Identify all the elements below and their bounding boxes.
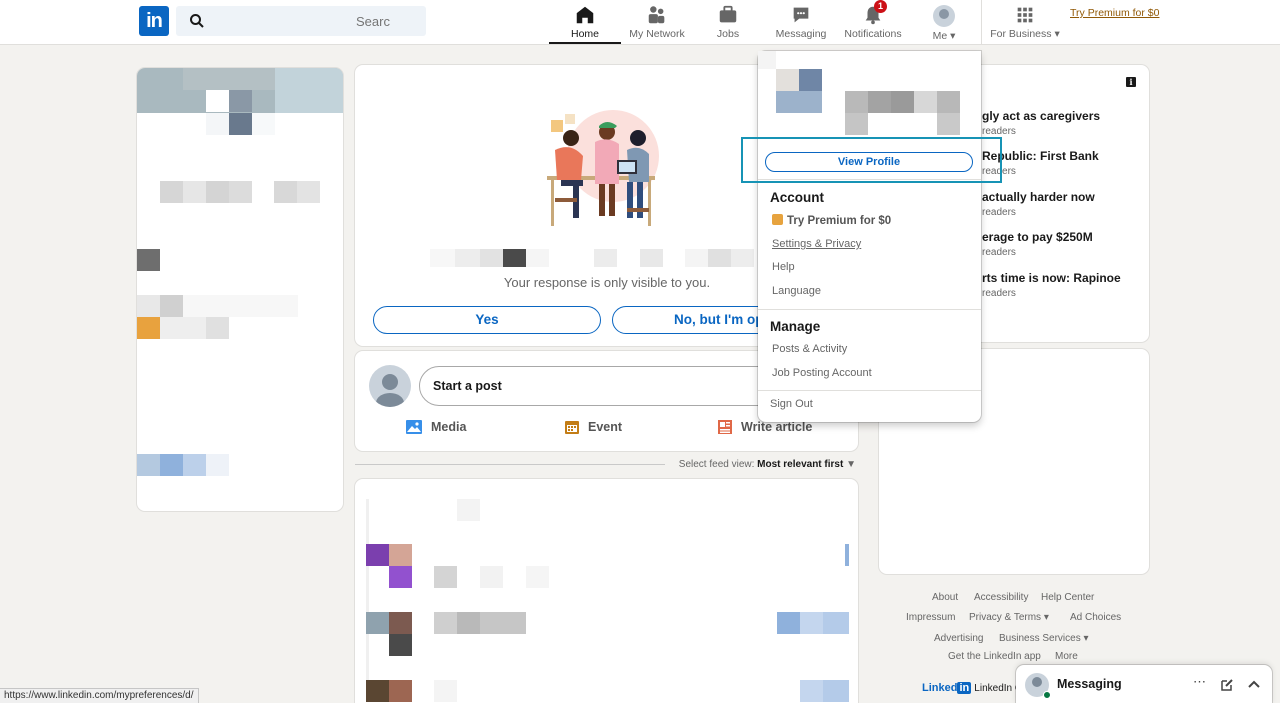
news-item-sub: readers	[982, 288, 1016, 299]
nav-my-network-label: My Network	[629, 28, 685, 40]
nav-jobs[interactable]: Jobs	[700, 4, 756, 42]
nav-my-network[interactable]: My Network	[625, 4, 689, 42]
more-options-icon[interactable]: ⋯	[1193, 674, 1206, 690]
feed-sort[interactable]: Select feed view: Most relevant first ▼	[355, 458, 858, 472]
nav-me-label: Me	[932, 30, 948, 42]
footer-link[interactable]: Help Center	[1041, 592, 1094, 603]
avatar	[369, 365, 411, 407]
news-item-sub: readers	[982, 126, 1016, 137]
footer-link[interactable]: Privacy & Terms ▾	[969, 612, 1049, 623]
footer-link[interactable]: More	[1055, 651, 1078, 662]
article-icon	[718, 420, 732, 434]
view-profile-highlight	[741, 137, 1002, 183]
try-premium-menu-item[interactable]: Try Premium for $0	[772, 214, 891, 227]
image-icon	[406, 420, 422, 434]
footer-link[interactable]: Advertising	[934, 633, 983, 644]
brand-tail: LinkedIn C	[974, 683, 1023, 694]
job-posting-account-menu-item[interactable]: Job Posting Account	[772, 367, 872, 379]
feed-post-card	[355, 479, 858, 703]
manage-heading: Manage	[770, 319, 821, 334]
chevron-up-icon[interactable]	[1247, 679, 1261, 689]
media-label: Media	[431, 420, 467, 434]
calendar-icon	[565, 421, 579, 434]
caret-down-icon: ▼	[846, 459, 856, 470]
brand-b: in	[957, 682, 972, 694]
nav-for-business[interactable]: For Business ▾	[988, 4, 1062, 42]
footer-link[interactable]: About	[932, 592, 958, 603]
nav-home[interactable]: Home	[549, 4, 621, 44]
divider	[758, 390, 981, 391]
online-status-icon	[1043, 691, 1051, 699]
media-button[interactable]: Media	[405, 419, 466, 435]
linkedin-footer-logo: Linked in LinkedIn C	[922, 682, 1022, 694]
nav-messaging-label: Messaging	[775, 28, 827, 40]
footer-link[interactable]: Business Services ▾	[999, 633, 1089, 644]
top-nav: in Home My Network Jobs Messaging 1 Noti…	[0, 0, 1280, 45]
chevron-down-icon: ▾	[947, 30, 956, 42]
event-button[interactable]: Event	[564, 419, 622, 435]
brand-a: Linked	[922, 682, 958, 694]
help-menu-item[interactable]: Help	[772, 261, 795, 273]
poll-no-button[interactable]: No, but I'm op	[612, 306, 772, 334]
nav-home-label: Home	[570, 28, 599, 40]
briefcase-icon	[719, 5, 737, 23]
nav-for-business-label: For Business	[990, 28, 1052, 40]
nav-me[interactable]: Me ▾	[920, 4, 968, 42]
news-item-sub: readers	[982, 247, 1016, 258]
footer-link[interactable]: Ad Choices	[1070, 612, 1121, 623]
poll-illustration	[547, 110, 659, 226]
network-icon	[648, 6, 665, 24]
avatar	[933, 5, 955, 27]
news-item-title[interactable]: rts time is now: Rapinoe	[982, 271, 1121, 285]
caret-down-icon: ▾	[1043, 612, 1049, 623]
info-icon[interactable]: i	[1126, 77, 1136, 87]
nav-divider	[981, 0, 982, 44]
search-input[interactable]	[176, 6, 426, 36]
divider	[758, 309, 981, 310]
news-item-title[interactable]: erage to pay $250M	[982, 230, 1093, 244]
poll-yes-button[interactable]: Yes	[373, 306, 601, 334]
search-box[interactable]	[176, 6, 426, 36]
feed-sort-prefix: Select feed view:	[678, 459, 755, 470]
footer-link[interactable]: Impressum	[906, 612, 955, 623]
nav-notifications-label: Notifications	[844, 28, 902, 40]
messaging-overlay-bar[interactable]: Messaging ⋯	[1016, 665, 1272, 703]
nav-messaging[interactable]: Messaging	[771, 4, 831, 42]
settings-privacy-menu-item[interactable]: Settings & Privacy	[772, 238, 861, 250]
messaging-bar-label: Messaging	[1057, 677, 1122, 691]
profile-photo	[799, 69, 822, 91]
nav-jobs-label: Jobs	[716, 28, 740, 40]
caret-down-icon: ▾	[1083, 633, 1089, 644]
profile-card	[137, 68, 343, 511]
event-label: Event	[588, 420, 623, 434]
premium-icon	[772, 214, 783, 225]
footer-link[interactable]: Get the LinkedIn app	[948, 651, 1041, 662]
grid-icon	[1017, 7, 1033, 23]
news-item-sub: readers	[982, 207, 1016, 218]
status-bar-url: https://www.linkedin.com/mypreferences/d…	[0, 688, 199, 703]
messaging-icon	[793, 7, 809, 23]
write-article-label: Write article	[741, 420, 813, 434]
news-item-title[interactable]: actually harder now	[982, 190, 1095, 204]
posts-activity-menu-item[interactable]: Posts & Activity	[772, 343, 847, 355]
nav-notifications[interactable]: 1 Notifications	[840, 0, 906, 42]
account-heading: Account	[770, 190, 824, 205]
linkedin-logo-icon[interactable]: in	[139, 6, 169, 36]
language-menu-item[interactable]: Language	[772, 285, 821, 297]
premium-icon	[137, 317, 160, 339]
feed-sort-value: Most relevant first	[757, 459, 844, 470]
sign-out-menu-item[interactable]: Sign Out	[770, 398, 813, 410]
me-dropdown-menu: View Profile Account Try Premium for $0 …	[758, 51, 981, 422]
divider	[355, 464, 665, 465]
chevron-down-icon: ▾	[1051, 28, 1060, 40]
home-icon	[576, 6, 594, 24]
notification-badge: 1	[874, 0, 887, 13]
profile-photo	[229, 90, 252, 112]
try-premium-link[interactable]: Try Premium for $0	[1070, 7, 1159, 19]
compose-icon[interactable]	[1220, 678, 1234, 692]
footer-link[interactable]: Accessibility	[974, 592, 1028, 603]
news-item-title[interactable]: gly act as caregivers	[982, 109, 1100, 123]
